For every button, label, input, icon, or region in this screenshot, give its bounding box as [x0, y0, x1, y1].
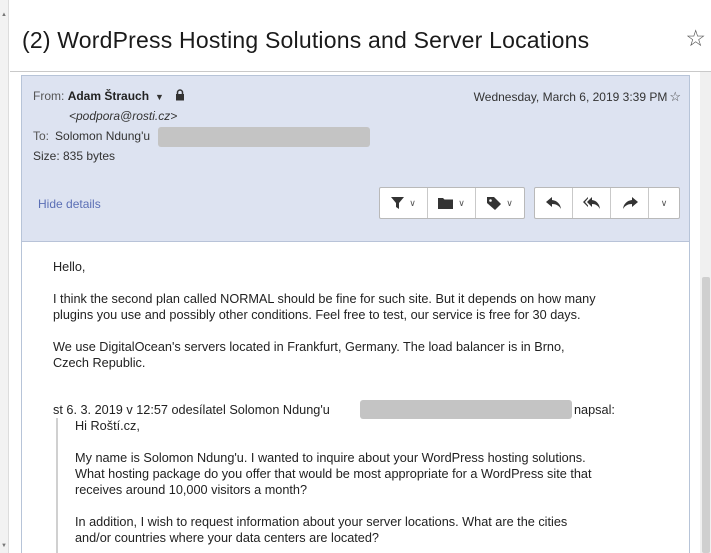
quote-line: What hosting package do you offer that w…: [75, 467, 592, 481]
email-subject: (2) WordPress Hosting Solutions and Serv…: [22, 27, 590, 53]
reply-all-button[interactable]: [573, 188, 611, 218]
greeting: Hello,: [53, 260, 86, 274]
date-text: Wednesday, March 6, 2019 3:39 PM: [473, 90, 668, 104]
redacted-recipient-email: [158, 127, 370, 147]
recipient-name: Solomon Ndung'u: [55, 129, 151, 143]
sender-menu-caret-icon[interactable]: ▼: [155, 92, 164, 102]
sender-name[interactable]: Adam Štrauch: [68, 89, 149, 103]
chevron-down-icon: ∨: [458, 197, 465, 208]
body-line: plugins you use and possibly other condi…: [53, 308, 581, 322]
move-to-folder-button[interactable]: ∨: [428, 188, 476, 218]
quote-attribution-tail: napsal:: [574, 403, 615, 417]
message-pane: From: Adam Štrauch ▼ <podpora@rosti.cz> W…: [21, 75, 690, 553]
chevron-down-icon: ∨: [660, 197, 668, 208]
body-paragraph-1: I think the second plan called NORMAL sh…: [53, 291, 596, 323]
quote-line: In addition, I wish to request informati…: [75, 515, 568, 529]
folder-icon: [438, 198, 454, 209]
forward-icon: [622, 196, 638, 209]
reply-all-icon: [582, 196, 600, 209]
star-small-icon[interactable]: ☆: [669, 89, 681, 104]
quote-attribution-text: st 6. 3. 2019 v 12:57 odesílatel Solomon…: [53, 403, 330, 417]
body-line: I think the second plan called NORMAL sh…: [53, 292, 596, 306]
to-line: To: Solomon Ndung'u: [33, 127, 370, 147]
redacted-sender-email: [360, 400, 572, 419]
filter-button[interactable]: ∨: [380, 188, 428, 218]
message-size: Size: 835 bytes: [33, 149, 116, 163]
quote-line: and/or countries where your data centers…: [75, 531, 379, 545]
to-label: To:: [33, 129, 50, 143]
tag-icon: [487, 196, 502, 210]
star-icon[interactable]: ☆: [685, 25, 706, 51]
right-scrollbar[interactable]: [700, 72, 711, 553]
subject-bar: (2) WordPress Hosting Solutions and Serv…: [10, 0, 711, 72]
sender-email: <podpora@rosti.cz>: [69, 109, 178, 123]
from-label: From:: [33, 89, 65, 103]
filter-icon: [391, 197, 405, 209]
hide-details-link[interactable]: Hide details: [38, 197, 101, 211]
reply-icon: [545, 196, 561, 209]
quote-line: receives around 10,000 visitors a month?: [75, 483, 308, 497]
message-date: Wednesday, March 6, 2019 3:39 PM ☆: [474, 89, 681, 105]
scroll-up-arrow-icon[interactable]: ▲: [1, 12, 7, 18]
from-line: From: Adam Štrauch ▼: [33, 89, 185, 103]
body-line: We use DigitalOcean's servers located in…: [53, 340, 565, 354]
quote-greeting: Hi Roští.cz,: [75, 419, 140, 433]
chevron-down-icon: ∨: [409, 197, 416, 208]
chevron-down-icon: ∨: [506, 197, 513, 208]
forward-button[interactable]: [611, 188, 649, 218]
lock-icon: [176, 89, 185, 101]
body-paragraph-2: We use DigitalOcean's servers located in…: [53, 339, 565, 371]
body-line: Czech Republic.: [53, 356, 146, 370]
quoted-message: Hi Roští.cz, My name is Solomon Ndung'u.…: [56, 418, 676, 553]
label-button[interactable]: ∨: [476, 188, 524, 218]
left-scrollbar[interactable]: ▲ ▼: [0, 0, 9, 553]
reply-button[interactable]: [535, 188, 573, 218]
reply-actions-group: ∨: [534, 187, 680, 219]
message-header: From: Adam Štrauch ▼ <podpora@rosti.cz> W…: [22, 76, 689, 242]
quote-attribution: st 6. 3. 2019 v 12:57 odesílatel Solomon…: [53, 400, 615, 419]
quote-line: My name is Solomon Ndung'u. I wanted to …: [75, 451, 586, 465]
scrollbar-thumb[interactable]: [702, 277, 710, 553]
more-actions-button[interactable]: ∨: [649, 188, 679, 218]
scroll-down-arrow-icon[interactable]: ▼: [1, 543, 7, 549]
message-actions-group: ∨ ∨ ∨: [379, 187, 525, 219]
